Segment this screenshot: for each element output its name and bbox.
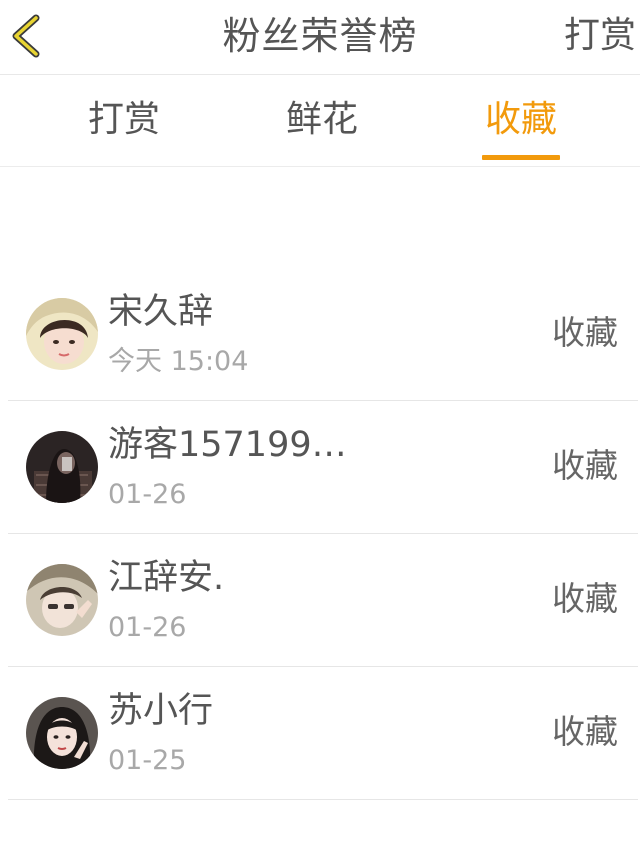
user-name: 游客157199… bbox=[108, 425, 347, 465]
avatar bbox=[26, 298, 98, 370]
action-label: 收藏 bbox=[552, 313, 618, 352]
tab-bar: 打赏 鲜花 收藏 bbox=[0, 75, 640, 167]
list-item[interactable]: 游客157199… 01-26 收藏 bbox=[8, 401, 638, 534]
avatar bbox=[26, 431, 98, 503]
timestamp: 01-26 bbox=[108, 479, 187, 510]
tab-favorites[interactable]: 收藏 bbox=[461, 95, 581, 145]
timestamp: 今天 15:04 bbox=[108, 346, 249, 377]
user-name: 苏小行 bbox=[108, 691, 214, 731]
avatar bbox=[26, 697, 98, 769]
page-title: 粉丝荣誉榜 bbox=[222, 14, 418, 58]
list-item[interactable]: 宋久辞 今天 15:04 收藏 bbox=[8, 268, 638, 401]
fan-list: 宋久辞 今天 15:04 收藏 游客157199… 01-26 收藏 江辞安. … bbox=[8, 268, 638, 800]
tab-reward[interactable]: 打赏 bbox=[64, 95, 184, 145]
user-name: 江辞安. bbox=[108, 558, 225, 598]
timestamp: 01-26 bbox=[108, 612, 187, 643]
user-name: 宋久辞 bbox=[108, 292, 214, 332]
action-label: 收藏 bbox=[552, 712, 618, 751]
action-label: 收藏 bbox=[552, 579, 618, 618]
list-item[interactable]: 苏小行 01-25 收藏 bbox=[8, 667, 638, 800]
tab-flowers[interactable]: 鲜花 bbox=[262, 95, 382, 145]
avatar bbox=[26, 564, 98, 636]
active-tab-indicator bbox=[482, 155, 560, 160]
reward-button[interactable]: 打赏 bbox=[564, 8, 636, 64]
timestamp: 01-25 bbox=[108, 745, 187, 776]
action-label: 收藏 bbox=[552, 446, 618, 485]
list-item[interactable]: 江辞安. 01-26 收藏 bbox=[8, 534, 638, 667]
top-bar: 粉丝荣誉榜 打赏 bbox=[0, 0, 640, 75]
